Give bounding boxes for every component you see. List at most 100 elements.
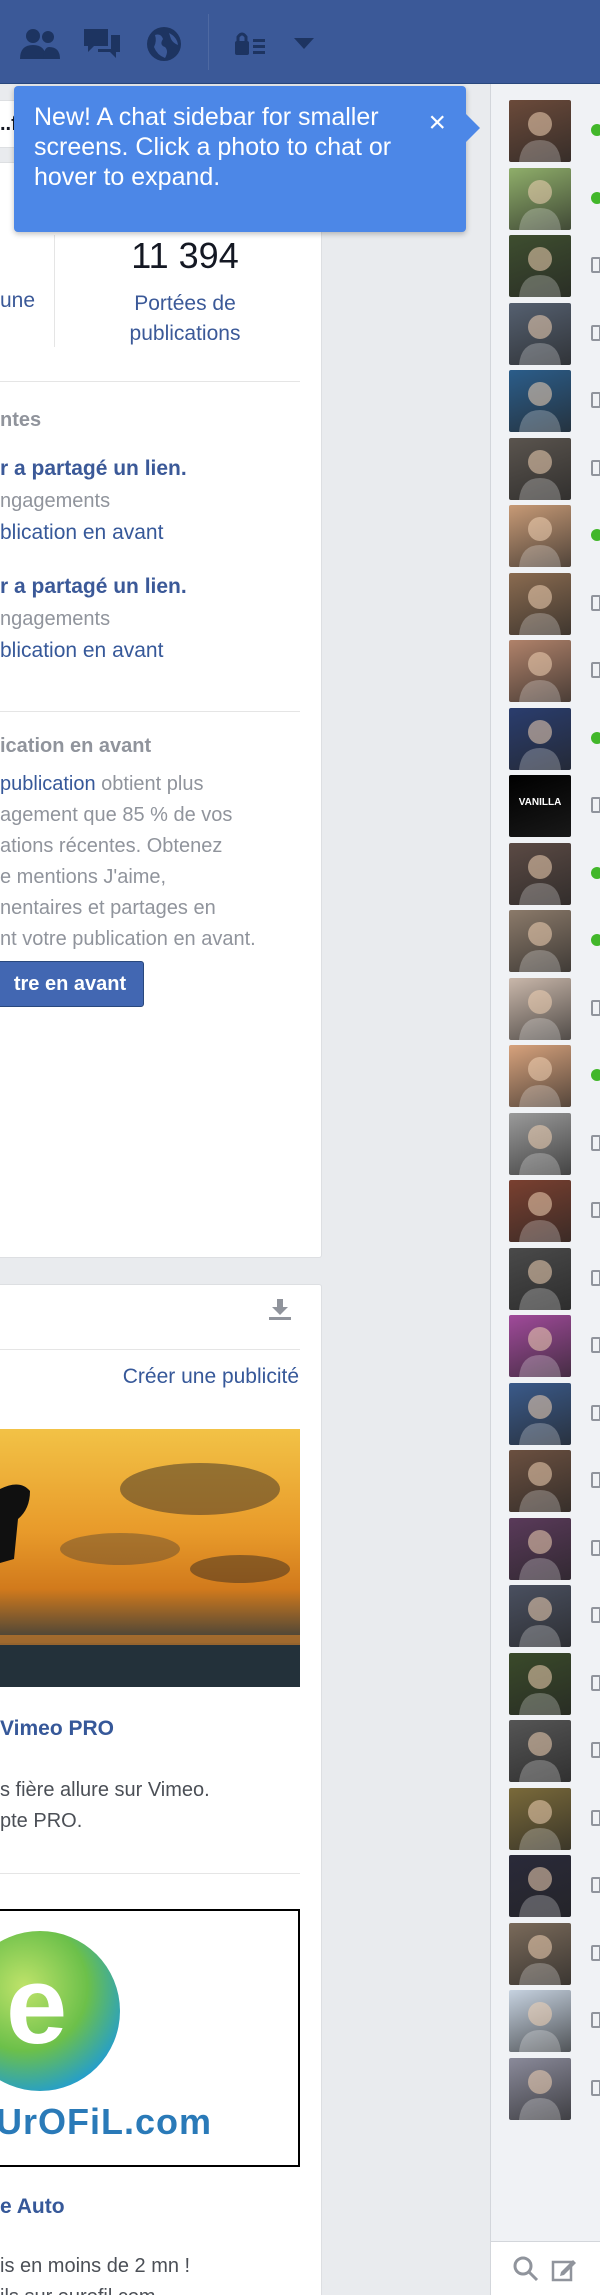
account-menu-chevron-icon[interactable] — [282, 22, 326, 66]
close-icon[interactable]: × — [428, 108, 446, 138]
online-status-dot — [591, 1069, 600, 1081]
chat-contact[interactable] — [509, 1585, 600, 1647]
post-title-link[interactable]: r a partagé un lien. — [0, 453, 187, 485]
online-status-dot — [591, 191, 600, 204]
avatar[interactable] — [509, 1990, 571, 2052]
avatar[interactable] — [509, 302, 571, 365]
eurofil-ad-title[interactable]: e Auto — [0, 2195, 65, 2219]
vimeo-ad-title[interactable]: Vimeo PRO — [0, 1717, 114, 1741]
chat-contact[interactable] — [509, 1450, 600, 1512]
vimeo-ad-image[interactable] — [0, 1429, 300, 1687]
chat-contact[interactable] — [509, 1045, 600, 1107]
chat-contact[interactable] — [509, 640, 600, 702]
mobile-status-icon — [591, 1269, 600, 1286]
create-ad-link[interactable]: Créer une publicité — [123, 1365, 299, 1389]
avatar[interactable] — [509, 1315, 571, 1377]
avatar[interactable] — [509, 505, 571, 567]
avatar[interactable] — [509, 1787, 571, 1850]
mobile-status-icon — [591, 797, 600, 813]
avatar[interactable] — [509, 235, 571, 297]
chat-contact[interactable] — [509, 1517, 600, 1580]
mobile-status-icon — [591, 1472, 600, 1488]
chat-contact[interactable] — [509, 1180, 600, 1242]
chat-contact[interactable] — [509, 100, 600, 162]
download-icon[interactable] — [268, 1299, 292, 1326]
compose-message-icon[interactable] — [551, 2256, 577, 2287]
eurofil-ad-text: is en moins de 2 mn ! ils sur eurofil.co… — [0, 2255, 191, 2295]
tooltip-text: New! A chat sidebar for smaller screens.… — [34, 103, 392, 191]
chat-contact[interactable] — [509, 1112, 600, 1175]
avatar-text: VANILLA — [518, 797, 562, 808]
avatar[interactable] — [509, 707, 571, 770]
chat-contact[interactable] — [509, 437, 600, 500]
avatar[interactable] — [509, 1652, 571, 1715]
mobile-status-icon — [591, 1539, 600, 1556]
chat-contact[interactable] — [509, 1315, 600, 1377]
chat-contact[interactable] — [509, 1990, 600, 2052]
chat-contact[interactable] — [509, 572, 600, 635]
mobile-status-icon — [591, 594, 600, 611]
eurofil-ad-image[interactable]: e UrOFiL.com — [0, 1909, 300, 2167]
chat-contact[interactable] — [509, 707, 600, 770]
chat-contact[interactable] — [509, 167, 600, 230]
avatar[interactable] — [509, 437, 571, 500]
boost-post-link[interactable]: blication en avant — [0, 517, 187, 549]
avatar[interactable] — [509, 1112, 571, 1175]
avatar[interactable] — [509, 572, 571, 635]
chat-contact[interactable] — [509, 302, 600, 365]
boost-post-link[interactable]: blication en avant — [0, 635, 187, 667]
privacy-shortcuts-icon[interactable] — [228, 22, 272, 66]
online-status-dot — [591, 529, 600, 541]
boost-post-name-link[interactable]: publication — [0, 773, 96, 795]
post-engagements: ngagements — [0, 490, 111, 512]
chat-contact[interactable] — [509, 1787, 600, 1850]
avatar[interactable] — [509, 842, 571, 905]
avatar[interactable] — [509, 1382, 571, 1445]
chat-contact[interactable] — [509, 1382, 600, 1445]
avatar[interactable] — [509, 2057, 571, 2120]
section-divider — [0, 1873, 300, 1874]
avatar[interactable] — [509, 167, 571, 230]
avatar[interactable] — [509, 977, 571, 1040]
avatar[interactable] — [509, 1720, 571, 1782]
chat-sidebar-tooltip: New! A chat sidebar for smaller screens.… — [14, 86, 480, 232]
avatar[interactable] — [509, 1517, 571, 1580]
messages-icon[interactable] — [80, 22, 124, 66]
avatar[interactable] — [509, 1450, 571, 1512]
chat-contact[interactable] — [509, 1652, 600, 1715]
avatar[interactable] — [509, 370, 571, 432]
avatar[interactable] — [509, 1045, 571, 1107]
chat-contact[interactable] — [509, 842, 600, 905]
boost-post-button[interactable]: tre en avant — [0, 961, 144, 1007]
chat-contact[interactable] — [509, 235, 600, 297]
chat-contact[interactable]: VANILLA — [509, 775, 600, 837]
chat-contact[interactable] — [509, 505, 600, 567]
chat-contact[interactable] — [509, 910, 600, 972]
chat-contact[interactable] — [509, 977, 600, 1040]
stat-divider — [54, 235, 55, 347]
avatar[interactable] — [509, 1180, 571, 1242]
avatar[interactable] — [509, 640, 571, 702]
friend-requests-icon[interactable] — [18, 22, 62, 66]
chat-contact[interactable] — [509, 370, 600, 432]
avatar[interactable] — [509, 1855, 571, 1917]
chat-contact[interactable] — [509, 1855, 600, 1917]
chat-contact[interactable] — [509, 1247, 600, 1310]
section-divider — [0, 1349, 300, 1350]
post-title-link[interactable]: r a partagé un lien. — [0, 571, 187, 603]
search-icon[interactable] — [513, 2256, 539, 2287]
avatar[interactable] — [509, 1247, 571, 1310]
avatar[interactable] — [509, 100, 571, 162]
avatar[interactable] — [509, 1585, 571, 1647]
avatar[interactable] — [509, 910, 571, 972]
chat-contact[interactable] — [509, 2057, 600, 2120]
mobile-status-icon — [591, 1607, 600, 1623]
chat-contact[interactable] — [509, 1720, 600, 1782]
avatar[interactable] — [509, 1922, 571, 1985]
post-reach-label[interactable]: Portées de publications — [70, 289, 300, 349]
chat-contact[interactable] — [509, 1922, 600, 1985]
avatar[interactable]: VANILLA — [509, 775, 571, 837]
notifications-globe-icon[interactable] — [142, 22, 186, 66]
mobile-status-icon — [591, 392, 600, 408]
mobile-status-icon — [591, 1809, 600, 1826]
